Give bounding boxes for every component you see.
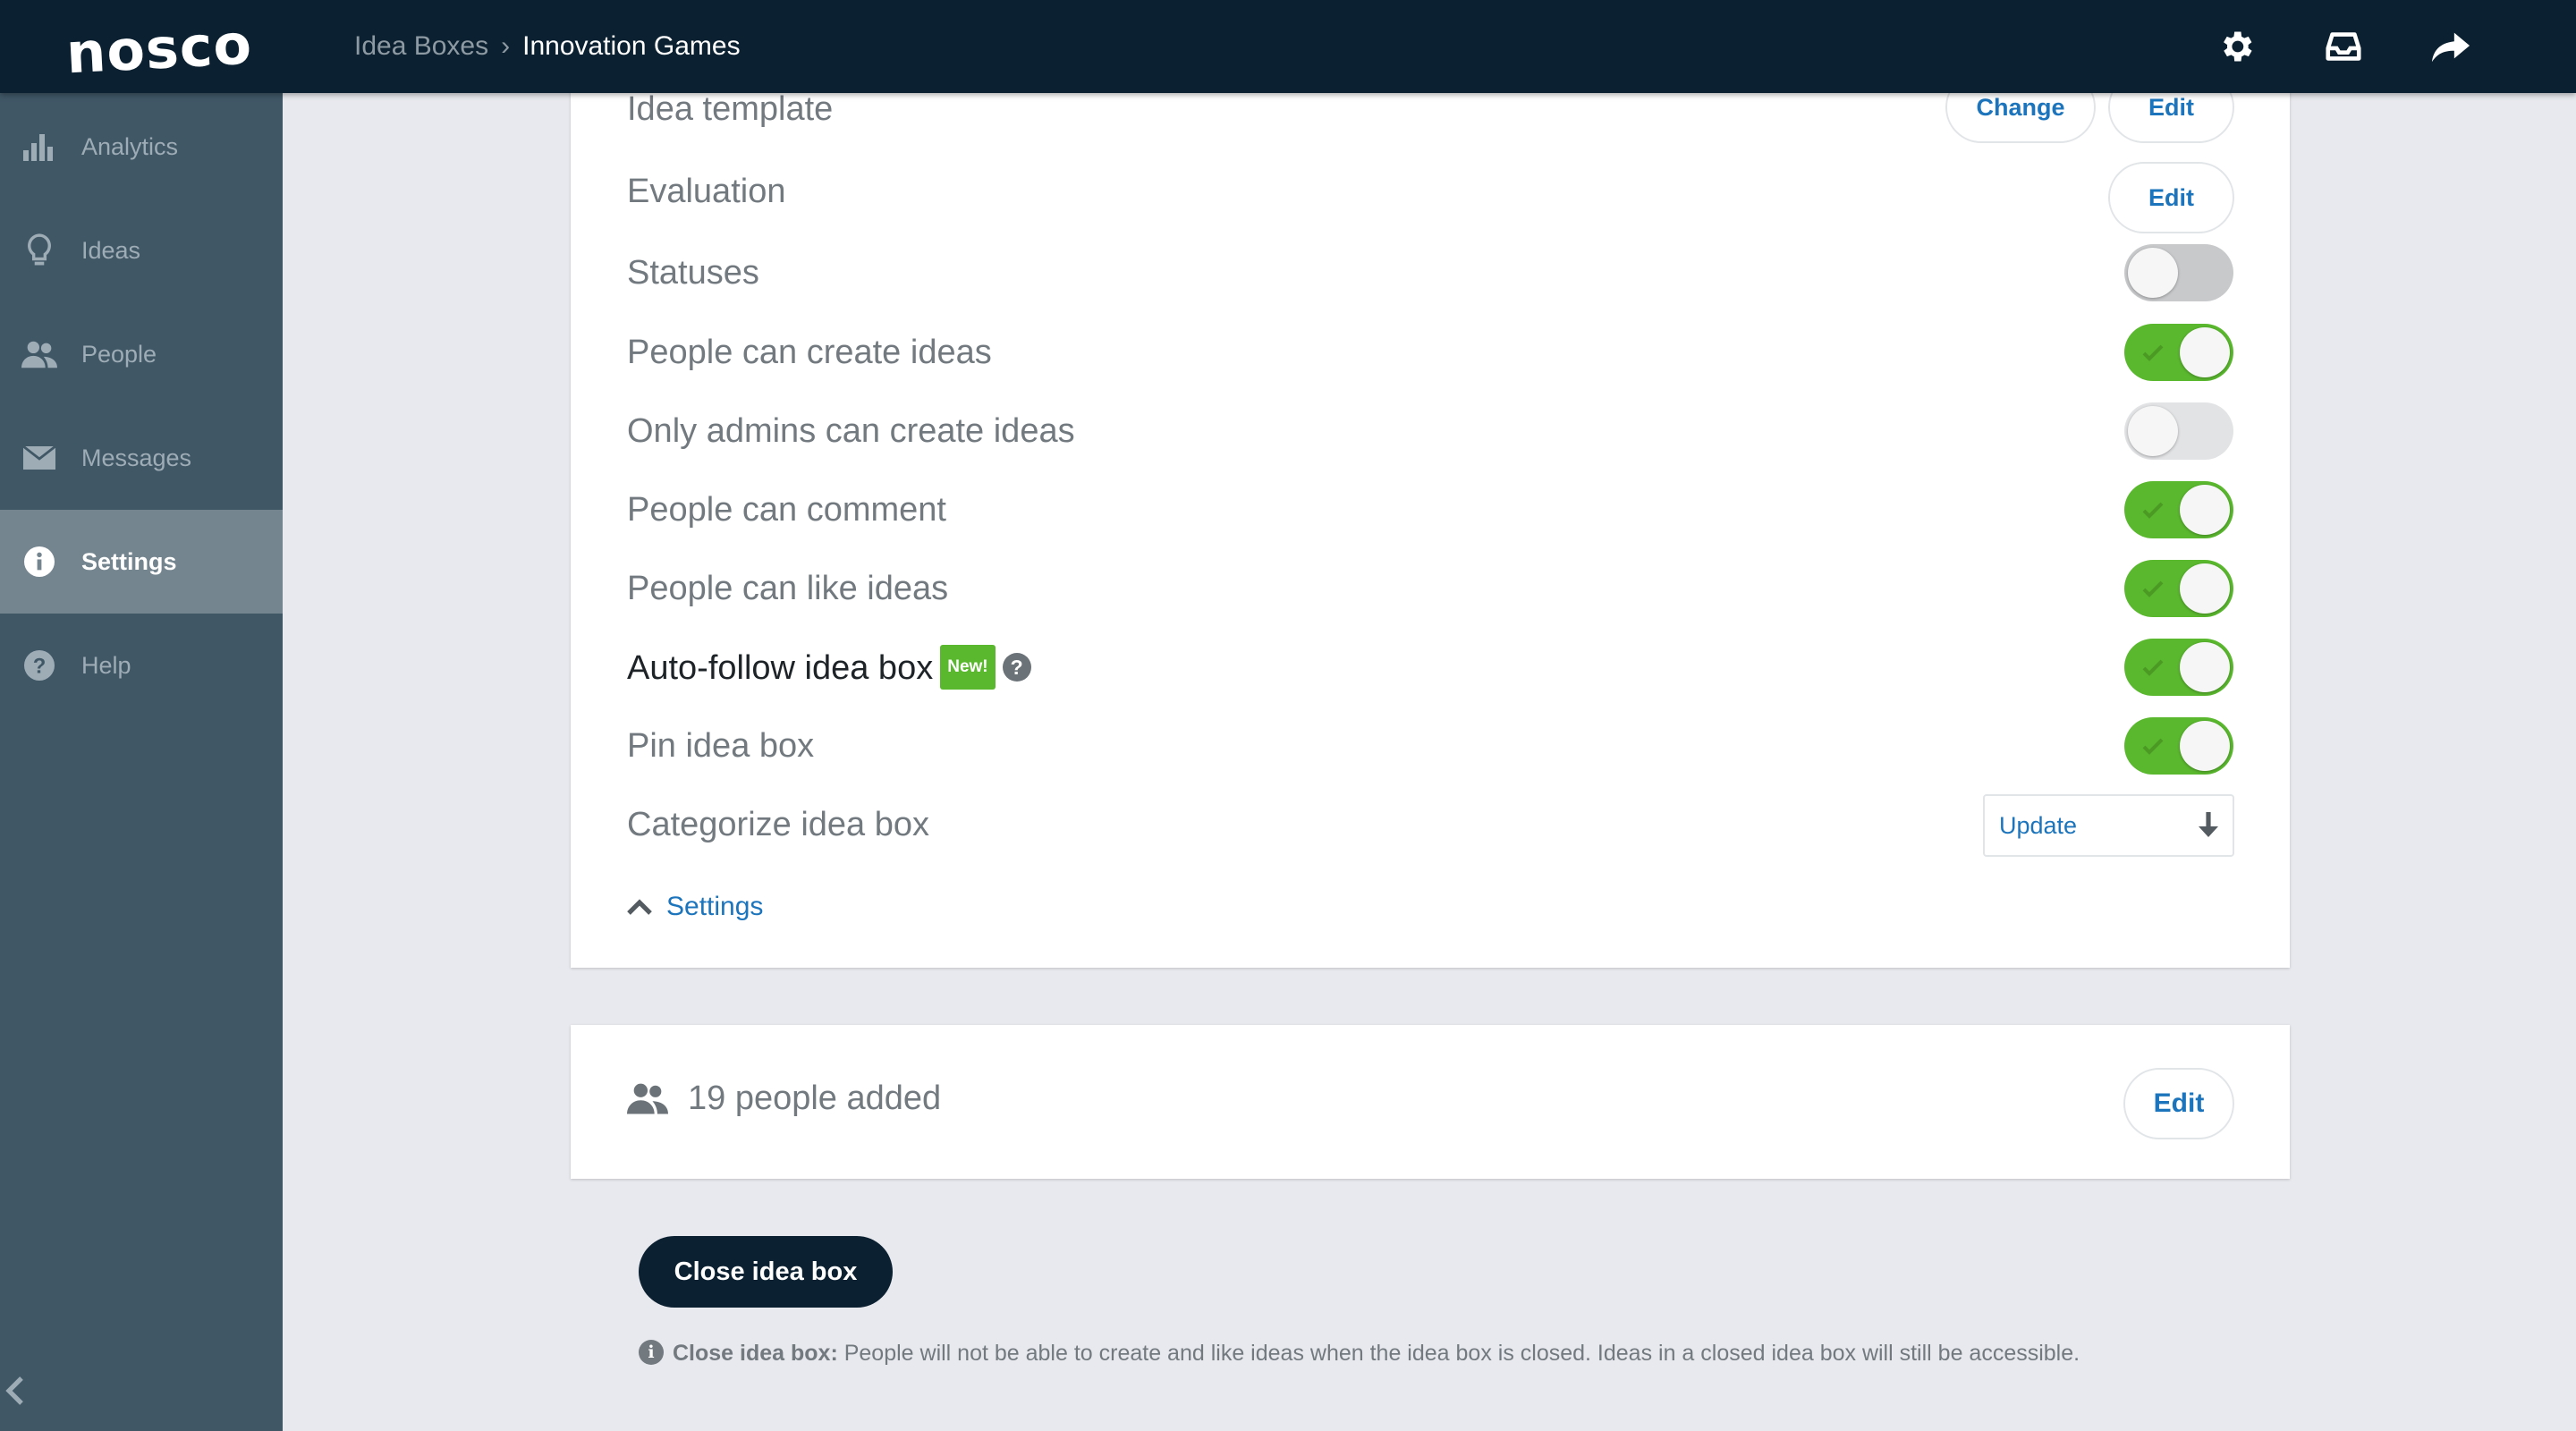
breadcrumb-separator: ›	[501, 31, 511, 61]
comment-label: People can comment	[627, 491, 946, 529]
sidebar: Analytics Ideas People Messages Settings…	[0, 93, 283, 1431]
share-arrow-icon[interactable]	[2426, 21, 2476, 72]
info-icon	[21, 544, 57, 580]
categorize-label: Categorize idea box	[627, 806, 929, 843]
evaluation-label: Evaluation	[627, 173, 786, 210]
toggle-knob	[2180, 721, 2230, 771]
arrow-down-icon	[2199, 812, 2218, 837]
svg-text:?: ?	[33, 655, 47, 679]
pin-label: Pin idea box	[627, 727, 815, 765]
sidebar-item-label: People	[81, 340, 157, 368]
auto-follow-label: Auto-follow idea box	[627, 649, 934, 688]
sidebar-item-label: Help	[81, 651, 131, 679]
like-ideas-toggle[interactable]	[2124, 560, 2233, 617]
people-icon	[21, 336, 57, 372]
comment-toggle[interactable]	[2124, 481, 2233, 538]
sidebar-item-messages[interactable]: Messages	[0, 406, 283, 510]
envelope-icon	[21, 440, 57, 476]
sidebar-item-label: Analytics	[81, 132, 179, 160]
toggle-knob	[2180, 642, 2230, 692]
categorize-select[interactable]: Update	[1983, 794, 2234, 857]
check-icon	[2142, 738, 2164, 755]
sidebar-item-people[interactable]: People	[0, 302, 283, 406]
like-ideas-label: People can like ideas	[627, 570, 949, 607]
close-idea-box-button[interactable]: Close idea box	[639, 1236, 893, 1308]
sidebar-item-ideas[interactable]: Ideas	[0, 199, 283, 302]
top-bar: nosco Idea Boxes › Innovation Games	[0, 0, 2576, 93]
check-icon	[2142, 502, 2164, 519]
create-ideas-toggle[interactable]	[2124, 324, 2233, 381]
auto-follow-toggle[interactable]	[2124, 639, 2233, 696]
people-card: 19 people added Edit	[571, 1025, 2290, 1179]
gear-icon[interactable]	[2211, 21, 2261, 72]
sidebar-item-label: Messages	[81, 444, 192, 471]
lightbulb-icon	[21, 233, 57, 268]
inbox-icon[interactable]	[2318, 21, 2368, 72]
check-icon	[2142, 659, 2164, 676]
toggle-knob	[2128, 406, 2178, 456]
check-icon	[2142, 344, 2164, 361]
bar-chart-icon	[21, 129, 57, 165]
note-title: Close idea box:	[673, 1341, 838, 1366]
sidebar-item-label: Settings	[81, 547, 177, 575]
people-icon	[627, 1083, 668, 1114]
pin-toggle[interactable]	[2124, 717, 2233, 775]
note-text: People will not be able to create and li…	[843, 1341, 2080, 1366]
people-summary: 19 people added	[627, 1071, 941, 1125]
create-ideas-label: People can create ideas	[627, 334, 992, 371]
idea-template-label: Idea template	[627, 90, 834, 128]
chevron-up-icon	[627, 899, 652, 915]
new-badge: New!	[940, 645, 996, 690]
info-icon: i	[639, 1340, 664, 1366]
collapse-settings-label: Settings	[666, 892, 764, 921]
toggle-knob	[2128, 248, 2178, 298]
logo[interactable]: nosco	[64, 12, 254, 87]
select-value: Update	[1999, 812, 2078, 839]
sidebar-item-settings[interactable]: Settings	[0, 510, 283, 614]
people-count: 19 people added	[688, 1079, 942, 1117]
toggle-knob	[2180, 485, 2230, 535]
settings-card: Idea template Change Edit Evaluation Edi…	[571, 72, 2290, 968]
auto-follow-row: Auto-follow idea box New!?	[627, 645, 1031, 692]
sidebar-item-analytics[interactable]: Analytics	[0, 95, 283, 199]
admins-only-label: Only admins can create ideas	[627, 412, 1075, 450]
close-info-note: i Close idea box: People will not be able…	[639, 1334, 2159, 1372]
chevron-left-icon[interactable]	[4, 1376, 30, 1411]
statuses-toggle[interactable]	[2124, 244, 2233, 301]
collapse-settings-link[interactable]: Settings	[627, 887, 763, 927]
question-icon: ?	[21, 648, 57, 683]
toggle-knob	[2180, 327, 2230, 377]
help-icon[interactable]: ?	[1002, 653, 1031, 682]
breadcrumb-current: Innovation Games	[522, 31, 741, 61]
edit-people-button[interactable]: Edit	[2123, 1068, 2234, 1139]
breadcrumb: Idea Boxes › Innovation Games	[354, 27, 741, 66]
statuses-label: Statuses	[627, 254, 759, 292]
toggle-knob	[2180, 563, 2230, 614]
check-icon	[2142, 580, 2164, 597]
sidebar-item-help[interactable]: ? Help	[0, 614, 283, 717]
edit-evaluation-button[interactable]: Edit	[2108, 162, 2234, 233]
breadcrumb-parent[interactable]: Idea Boxes	[354, 31, 488, 62]
sidebar-item-label: Ideas	[81, 236, 141, 264]
admins-only-toggle[interactable]	[2124, 402, 2233, 460]
